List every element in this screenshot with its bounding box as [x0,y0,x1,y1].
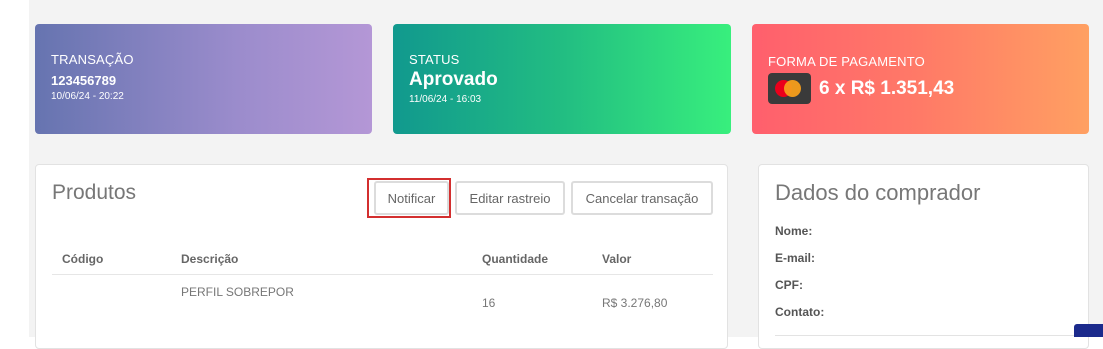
table-divider [52,274,713,275]
edit-tracking-button[interactable]: Editar rastreio [455,181,565,215]
transaction-label: TRANSAÇÃO [51,52,134,67]
buyer-panel: Dados do comprador Nome: E-mail: CPF: Co… [758,164,1089,349]
transaction-date: 10/06/24 - 20:22 [51,91,124,102]
status-card: STATUS Aprovado 11/06/24 - 16:03 [393,24,731,134]
transaction-id: 123456789 [51,73,117,88]
cancel-transaction-button[interactable]: Cancelar transação [571,181,713,215]
notify-button[interactable]: Notificar [374,181,449,215]
payment-card: FORMA DE PAGAMENTO 6 x R$ 1.351,43 [752,24,1089,134]
buyer-divider [775,335,1074,336]
row-valor: R$ 3.276,80 [602,296,668,310]
buyer-name-label: Nome: [775,224,813,238]
row-descricao: PERFIL SOBREPOR [181,285,294,299]
buyer-cpf-label: CPF: [775,278,803,292]
buyer-title: Dados do comprador [775,180,981,205]
row-quantidade: 16 [482,296,496,310]
payment-label: FORMA DE PAGAMENTO [768,54,925,69]
column-header-descricao: Descrição [181,252,239,266]
buyer-email-label: E-mail: [775,251,816,265]
mastercard-icon [768,73,811,104]
status-value: Aprovado [409,69,498,90]
payment-value: 6 x R$ 1.351,43 [819,77,955,99]
payment-row: 6 x R$ 1.351,43 [768,73,1089,104]
column-header-quantidade: Quantidade [482,252,549,266]
buyer-contact-label: Contato: [775,305,825,319]
column-header-codigo: Código [62,252,104,266]
chat-widget-button[interactable] [1074,324,1103,337]
products-panel: Produtos Notificar Editar rastreio Cance… [35,164,728,349]
column-header-valor: Valor [602,252,632,266]
status-label: STATUS [409,52,460,67]
status-date: 11/06/24 - 16:03 [409,94,482,105]
products-title: Produtos [52,181,137,204]
transaction-card: TRANSAÇÃO 123456789 10/06/24 - 20:22 [35,24,372,134]
